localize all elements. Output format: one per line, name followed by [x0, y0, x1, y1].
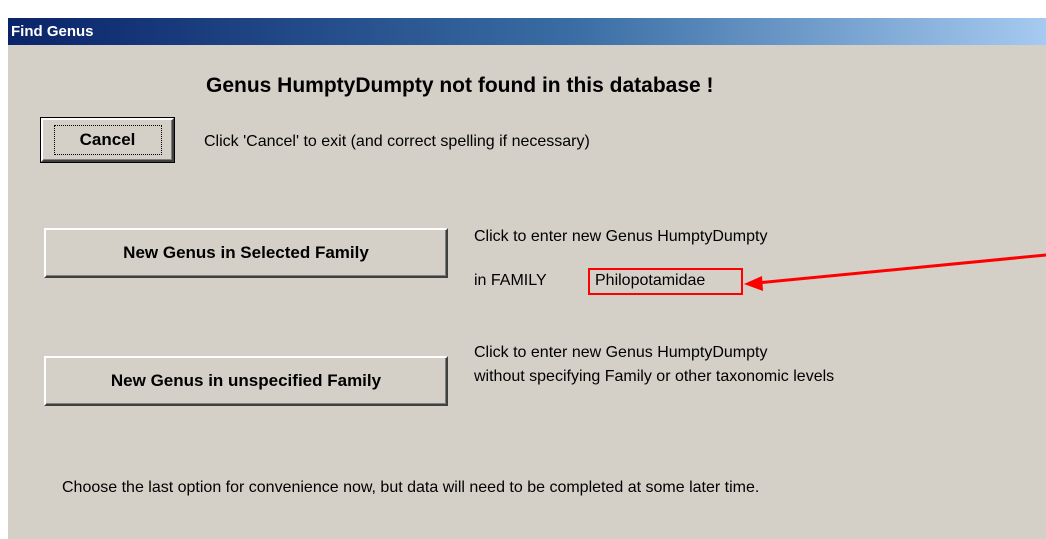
unspecified-family-hint-line1: Click to enter new Genus HumptyDumpty: [474, 344, 768, 361]
cancel-hint: Click 'Cancel' to exit (and correct spel…: [204, 133, 590, 150]
selected-family-hint-line1: Click to enter new Genus HumptyDumpty: [474, 228, 768, 245]
new-genus-unspecified-family-button[interactable]: New Genus in unspecified Family: [44, 356, 448, 406]
cancel-button[interactable]: Cancel: [40, 117, 175, 163]
not-found-heading: Genus HumptyDumpty not found in this dat…: [206, 74, 714, 97]
footer-note: Choose the last option for convenience n…: [62, 479, 760, 496]
find-genus-dialog: Find Genus Genus HumptyDumpty not found …: [7, 17, 1046, 539]
cancel-button-label: Cancel: [53, 125, 162, 155]
new-genus-selected-family-button[interactable]: New Genus in Selected Family: [44, 228, 448, 278]
selected-family-name: Philopotamidae: [595, 272, 706, 289]
unspecified-family-hint-line2: without specifying Family or other taxon…: [474, 368, 835, 385]
selected-family-hint-prefix: in FAMILY: [474, 272, 547, 289]
window-title: Find Genus: [11, 23, 94, 40]
title-bar[interactable]: Find Genus: [8, 18, 1046, 45]
